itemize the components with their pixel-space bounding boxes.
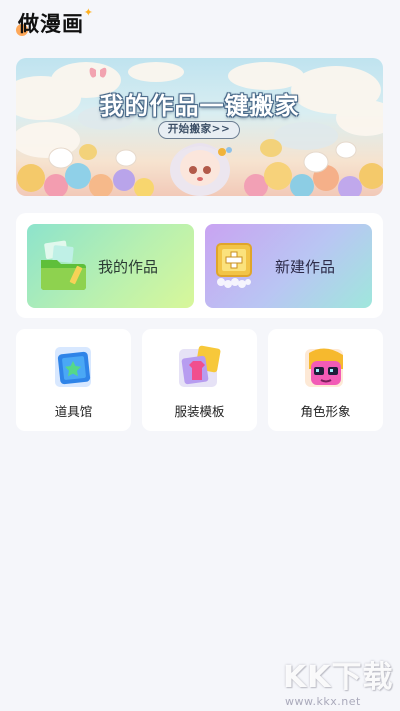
tool-label: 服装模板	[174, 404, 225, 419]
tool-card-costume-template[interactable]: 服装模板	[142, 329, 257, 431]
new-work-label: 新建作品	[275, 258, 336, 276]
character-icon	[305, 348, 343, 387]
banner-title: 我的作品一键搬家	[99, 92, 300, 120]
app-logo: 做漫画 ✦	[16, 6, 93, 38]
tool-card-character[interactable]: 角色形象	[268, 329, 383, 431]
works-card: 我的作品 新建作品	[16, 213, 383, 318]
sparkle-icon: ✦	[83, 6, 93, 19]
tool-label: 角色形象	[300, 404, 351, 419]
migration-banner[interactable]: 我的作品一键搬家 开始搬家>>	[16, 58, 383, 196]
watermark-url: www.kkx.net	[285, 695, 361, 708]
my-works-label: 我的作品	[98, 258, 159, 276]
costume-template-icon	[179, 345, 221, 387]
my-works-button[interactable]: 我的作品	[27, 224, 194, 308]
new-work-button[interactable]: 新建作品	[205, 224, 372, 308]
prop-shop-icon	[55, 347, 91, 387]
folder-icon	[41, 240, 86, 290]
app-title: 做漫画	[18, 12, 84, 36]
tool-label: 道具馆	[54, 404, 93, 419]
tool-card-prop-shop[interactable]: 道具馆	[16, 329, 131, 431]
start-migration-button[interactable]: 开始搬家>>	[158, 121, 240, 139]
new-work-icon	[216, 243, 252, 288]
watermark: KK下载	[283, 660, 394, 695]
